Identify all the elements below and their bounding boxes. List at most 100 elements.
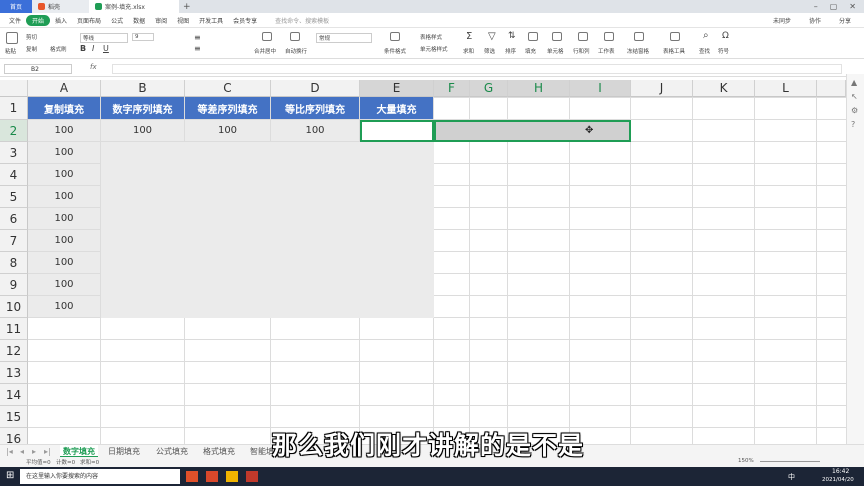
cell-b2[interactable]: 100 bbox=[101, 120, 185, 142]
col-header-d[interactable]: D bbox=[271, 80, 360, 97]
scroll-up-icon[interactable]: ▲ bbox=[851, 78, 857, 87]
col-header-a[interactable]: A bbox=[28, 80, 101, 97]
menu-member[interactable]: 会员专享 bbox=[228, 16, 262, 25]
font-size-select[interactable]: 9 bbox=[132, 33, 154, 41]
spreadsheet-grid[interactable]: A B C D E F G H I J K L 1 2 3 4 5 6 7 8 … bbox=[0, 80, 846, 444]
freeze-icon[interactable] bbox=[634, 32, 644, 41]
wrap-icon[interactable] bbox=[290, 32, 300, 41]
sort-button[interactable]: 排序 bbox=[505, 47, 516, 55]
row-header-1[interactable]: 1 bbox=[0, 97, 28, 120]
row-header-7[interactable]: 7 bbox=[0, 230, 28, 252]
fill-button[interactable]: 填充 bbox=[525, 47, 536, 55]
header-cell-c1[interactable]: 等差序列填充 bbox=[185, 97, 271, 120]
row-header-12[interactable]: 12 bbox=[0, 340, 28, 362]
right-side-panel[interactable]: ▲ ↖ ⚙ ? bbox=[846, 74, 864, 444]
col-header-g[interactable]: G bbox=[470, 80, 508, 97]
cell-a9[interactable]: 100 bbox=[28, 274, 101, 296]
col-header-m[interactable] bbox=[817, 80, 846, 97]
number-format-select[interactable]: 常规 bbox=[316, 33, 372, 43]
header-cell-d1[interactable]: 等比序列填充 bbox=[271, 97, 360, 120]
row-header-8[interactable]: 8 bbox=[0, 252, 28, 274]
help-icon[interactable]: ? bbox=[851, 120, 855, 129]
name-box[interactable]: B2 bbox=[4, 64, 72, 74]
row-header-15[interactable]: 15 bbox=[0, 406, 28, 428]
col-header-l[interactable]: L bbox=[755, 80, 817, 97]
selected-range[interactable]: ✥ bbox=[434, 120, 631, 142]
ime-indicator[interactable]: 中 bbox=[788, 472, 795, 482]
table-tools-button[interactable]: 表格工具 bbox=[663, 47, 685, 55]
cell-e2[interactable] bbox=[360, 120, 434, 142]
cell-a7[interactable]: 100 bbox=[28, 230, 101, 252]
row-col-icon[interactable] bbox=[578, 32, 588, 41]
cell-icon[interactable] bbox=[552, 32, 562, 41]
filter-icon[interactable]: ▽ bbox=[488, 31, 496, 42]
menu-file[interactable]: 文件 bbox=[4, 16, 26, 25]
table-style-button[interactable]: 表格样式 bbox=[420, 33, 442, 41]
cell-a10[interactable]: 100 bbox=[28, 296, 101, 318]
menu-data[interactable]: 数据 bbox=[128, 16, 150, 25]
paste-icon[interactable] bbox=[6, 32, 18, 44]
select-all-corner[interactable] bbox=[0, 80, 28, 97]
row-header-16[interactable]: 16 bbox=[0, 428, 28, 444]
sum-button[interactable]: 求和 bbox=[463, 47, 474, 55]
menu-insert[interactable]: 插入 bbox=[50, 16, 72, 25]
find-button[interactable]: 查找 bbox=[699, 47, 710, 55]
cell-a8[interactable]: 100 bbox=[28, 252, 101, 274]
underline-icon[interactable]: U bbox=[103, 44, 109, 53]
italic-icon[interactable]: I bbox=[92, 44, 94, 53]
conditional-format-icon[interactable] bbox=[390, 32, 400, 41]
col-header-j[interactable]: J bbox=[631, 80, 693, 97]
zoom-level[interactable]: 150% bbox=[738, 458, 754, 464]
row-header-14[interactable]: 14 bbox=[0, 384, 28, 406]
col-header-c[interactable]: C bbox=[185, 80, 271, 97]
minimize-icon[interactable]: – bbox=[814, 2, 818, 11]
row-col-button[interactable]: 行和列 bbox=[573, 47, 590, 55]
col-header-b[interactable]: B bbox=[101, 80, 185, 97]
header-cell-b1[interactable]: 数字序列填充 bbox=[101, 97, 185, 120]
format-painter-button[interactable]: 格式刷 bbox=[50, 45, 67, 53]
menu-page-layout[interactable]: 页面布局 bbox=[72, 16, 106, 25]
windows-start-icon[interactable]: ⊞ bbox=[6, 470, 14, 481]
zoom-slider[interactable] bbox=[760, 461, 820, 462]
tab-daoke[interactable]: 稻壳 bbox=[32, 0, 89, 13]
cell-style-button[interactable]: 单元格样式 bbox=[420, 45, 448, 53]
merge-icon[interactable] bbox=[262, 32, 272, 41]
taskbar-search-box[interactable]: 在这里输入你要搜索的内容 bbox=[20, 469, 180, 484]
property-icon[interactable]: ⚙ bbox=[851, 106, 858, 115]
symbol-button[interactable]: 符号 bbox=[718, 47, 729, 55]
worksheet-button[interactable]: 工作表 bbox=[598, 47, 615, 55]
cell-a4[interactable]: 100 bbox=[28, 164, 101, 186]
row-header-6[interactable]: 6 bbox=[0, 208, 28, 230]
maximize-icon[interactable]: ▢ bbox=[830, 2, 838, 11]
formula-input[interactable] bbox=[112, 64, 842, 74]
row-header-4[interactable]: 4 bbox=[0, 164, 28, 186]
sync-status[interactable]: 未同步 bbox=[768, 16, 796, 25]
align-top-icon[interactable]: ≡ bbox=[194, 33, 201, 42]
symbol-icon[interactable]: Ω bbox=[722, 31, 729, 41]
close-icon[interactable]: ✕ bbox=[849, 2, 856, 11]
bold-icon[interactable]: B bbox=[80, 44, 86, 53]
col-header-h[interactable]: H bbox=[508, 80, 570, 97]
row-header-13[interactable]: 13 bbox=[0, 362, 28, 384]
cell-c2[interactable]: 100 bbox=[185, 120, 271, 142]
cell-a3[interactable]: 100 bbox=[28, 142, 101, 164]
cell-button[interactable]: 单元格 bbox=[547, 47, 564, 55]
filter-button[interactable]: 筛选 bbox=[484, 47, 495, 55]
table-tools-icon[interactable] bbox=[670, 32, 680, 41]
copy-button[interactable]: 复制 bbox=[26, 45, 37, 53]
row-header-9[interactable]: 9 bbox=[0, 274, 28, 296]
tab-home[interactable]: 首页 bbox=[0, 0, 32, 13]
merge-center-button[interactable]: 合并居中 bbox=[254, 47, 276, 55]
row-header-10[interactable]: 10 bbox=[0, 296, 28, 318]
cell-a6[interactable]: 100 bbox=[28, 208, 101, 230]
clock-date[interactable]: 2021/04/20 bbox=[822, 477, 854, 483]
conditional-format-button[interactable]: 条件格式 bbox=[384, 47, 406, 55]
header-cell-e1[interactable]: 大量填充 bbox=[360, 97, 434, 120]
cell-d2[interactable]: 100 bbox=[271, 120, 360, 142]
powerpoint-icon[interactable] bbox=[186, 471, 198, 482]
fx-icon[interactable]: fx bbox=[90, 63, 97, 71]
freeze-panes-button[interactable]: 冻结窗格 bbox=[627, 47, 649, 55]
worksheet-icon[interactable] bbox=[604, 32, 614, 41]
menu-developer[interactable]: 开发工具 bbox=[194, 16, 228, 25]
cell-a2[interactable]: 100 bbox=[28, 120, 101, 142]
